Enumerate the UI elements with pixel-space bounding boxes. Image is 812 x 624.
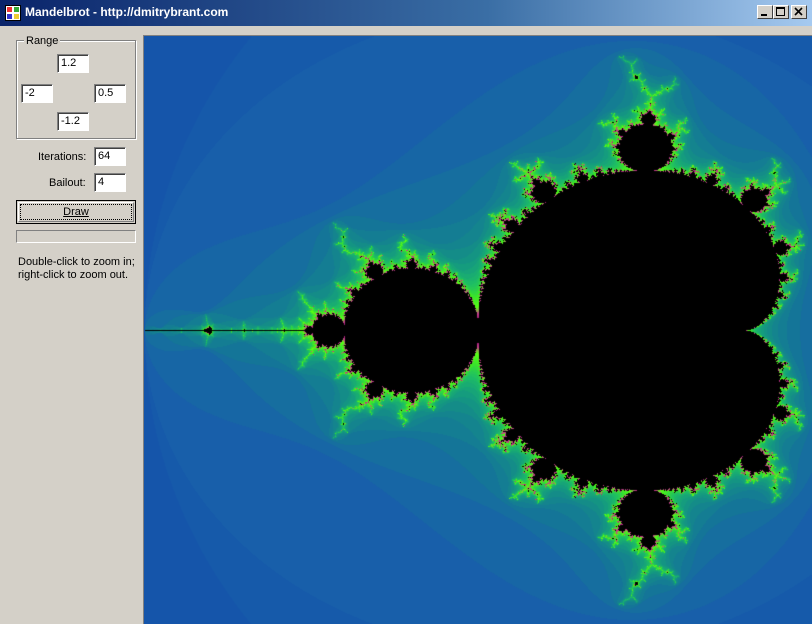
help-line-2: right-click to zoom out. bbox=[18, 269, 129, 281]
app-icon[interactable] bbox=[5, 5, 21, 21]
fractal-view[interactable] bbox=[143, 35, 812, 624]
range-label: Range bbox=[24, 35, 61, 47]
progress-bar bbox=[16, 230, 136, 243]
bailout-input[interactable]: 4 bbox=[94, 173, 126, 192]
help-text: Double-click to zoom in; right-click to … bbox=[18, 256, 135, 282]
draw-button-label: Draw bbox=[63, 206, 89, 218]
title-bar[interactable]: Mandelbrot - http://dmitrybrant.com bbox=[0, 0, 812, 26]
maximize-button[interactable] bbox=[773, 5, 789, 19]
mandelbrot-canvas[interactable] bbox=[144, 36, 812, 624]
minimize-icon bbox=[761, 14, 767, 16]
maximize-icon bbox=[776, 7, 785, 16]
help-line-1: Double-click to zoom in; bbox=[18, 256, 135, 268]
close-icon bbox=[794, 7, 803, 16]
range-left-input[interactable]: -2 bbox=[21, 84, 53, 103]
range-top-input[interactable]: 1.2 bbox=[57, 54, 89, 73]
main-window: Mandelbrot - http://dmitrybrant.com Rang… bbox=[0, 0, 812, 624]
range-right-input[interactable]: 0.5 bbox=[94, 84, 126, 103]
draw-button[interactable]: Draw bbox=[16, 200, 136, 224]
range-bottom-input[interactable]: -1.2 bbox=[57, 112, 89, 131]
iterations-label: Iterations: bbox=[38, 151, 87, 163]
window-title: Mandelbrot - http://dmitrybrant.com bbox=[25, 5, 229, 19]
minimize-button[interactable] bbox=[757, 5, 773, 19]
bailout-label: Bailout: bbox=[49, 177, 86, 189]
iterations-input[interactable]: 64 bbox=[94, 147, 126, 166]
close-button[interactable] bbox=[791, 5, 807, 19]
